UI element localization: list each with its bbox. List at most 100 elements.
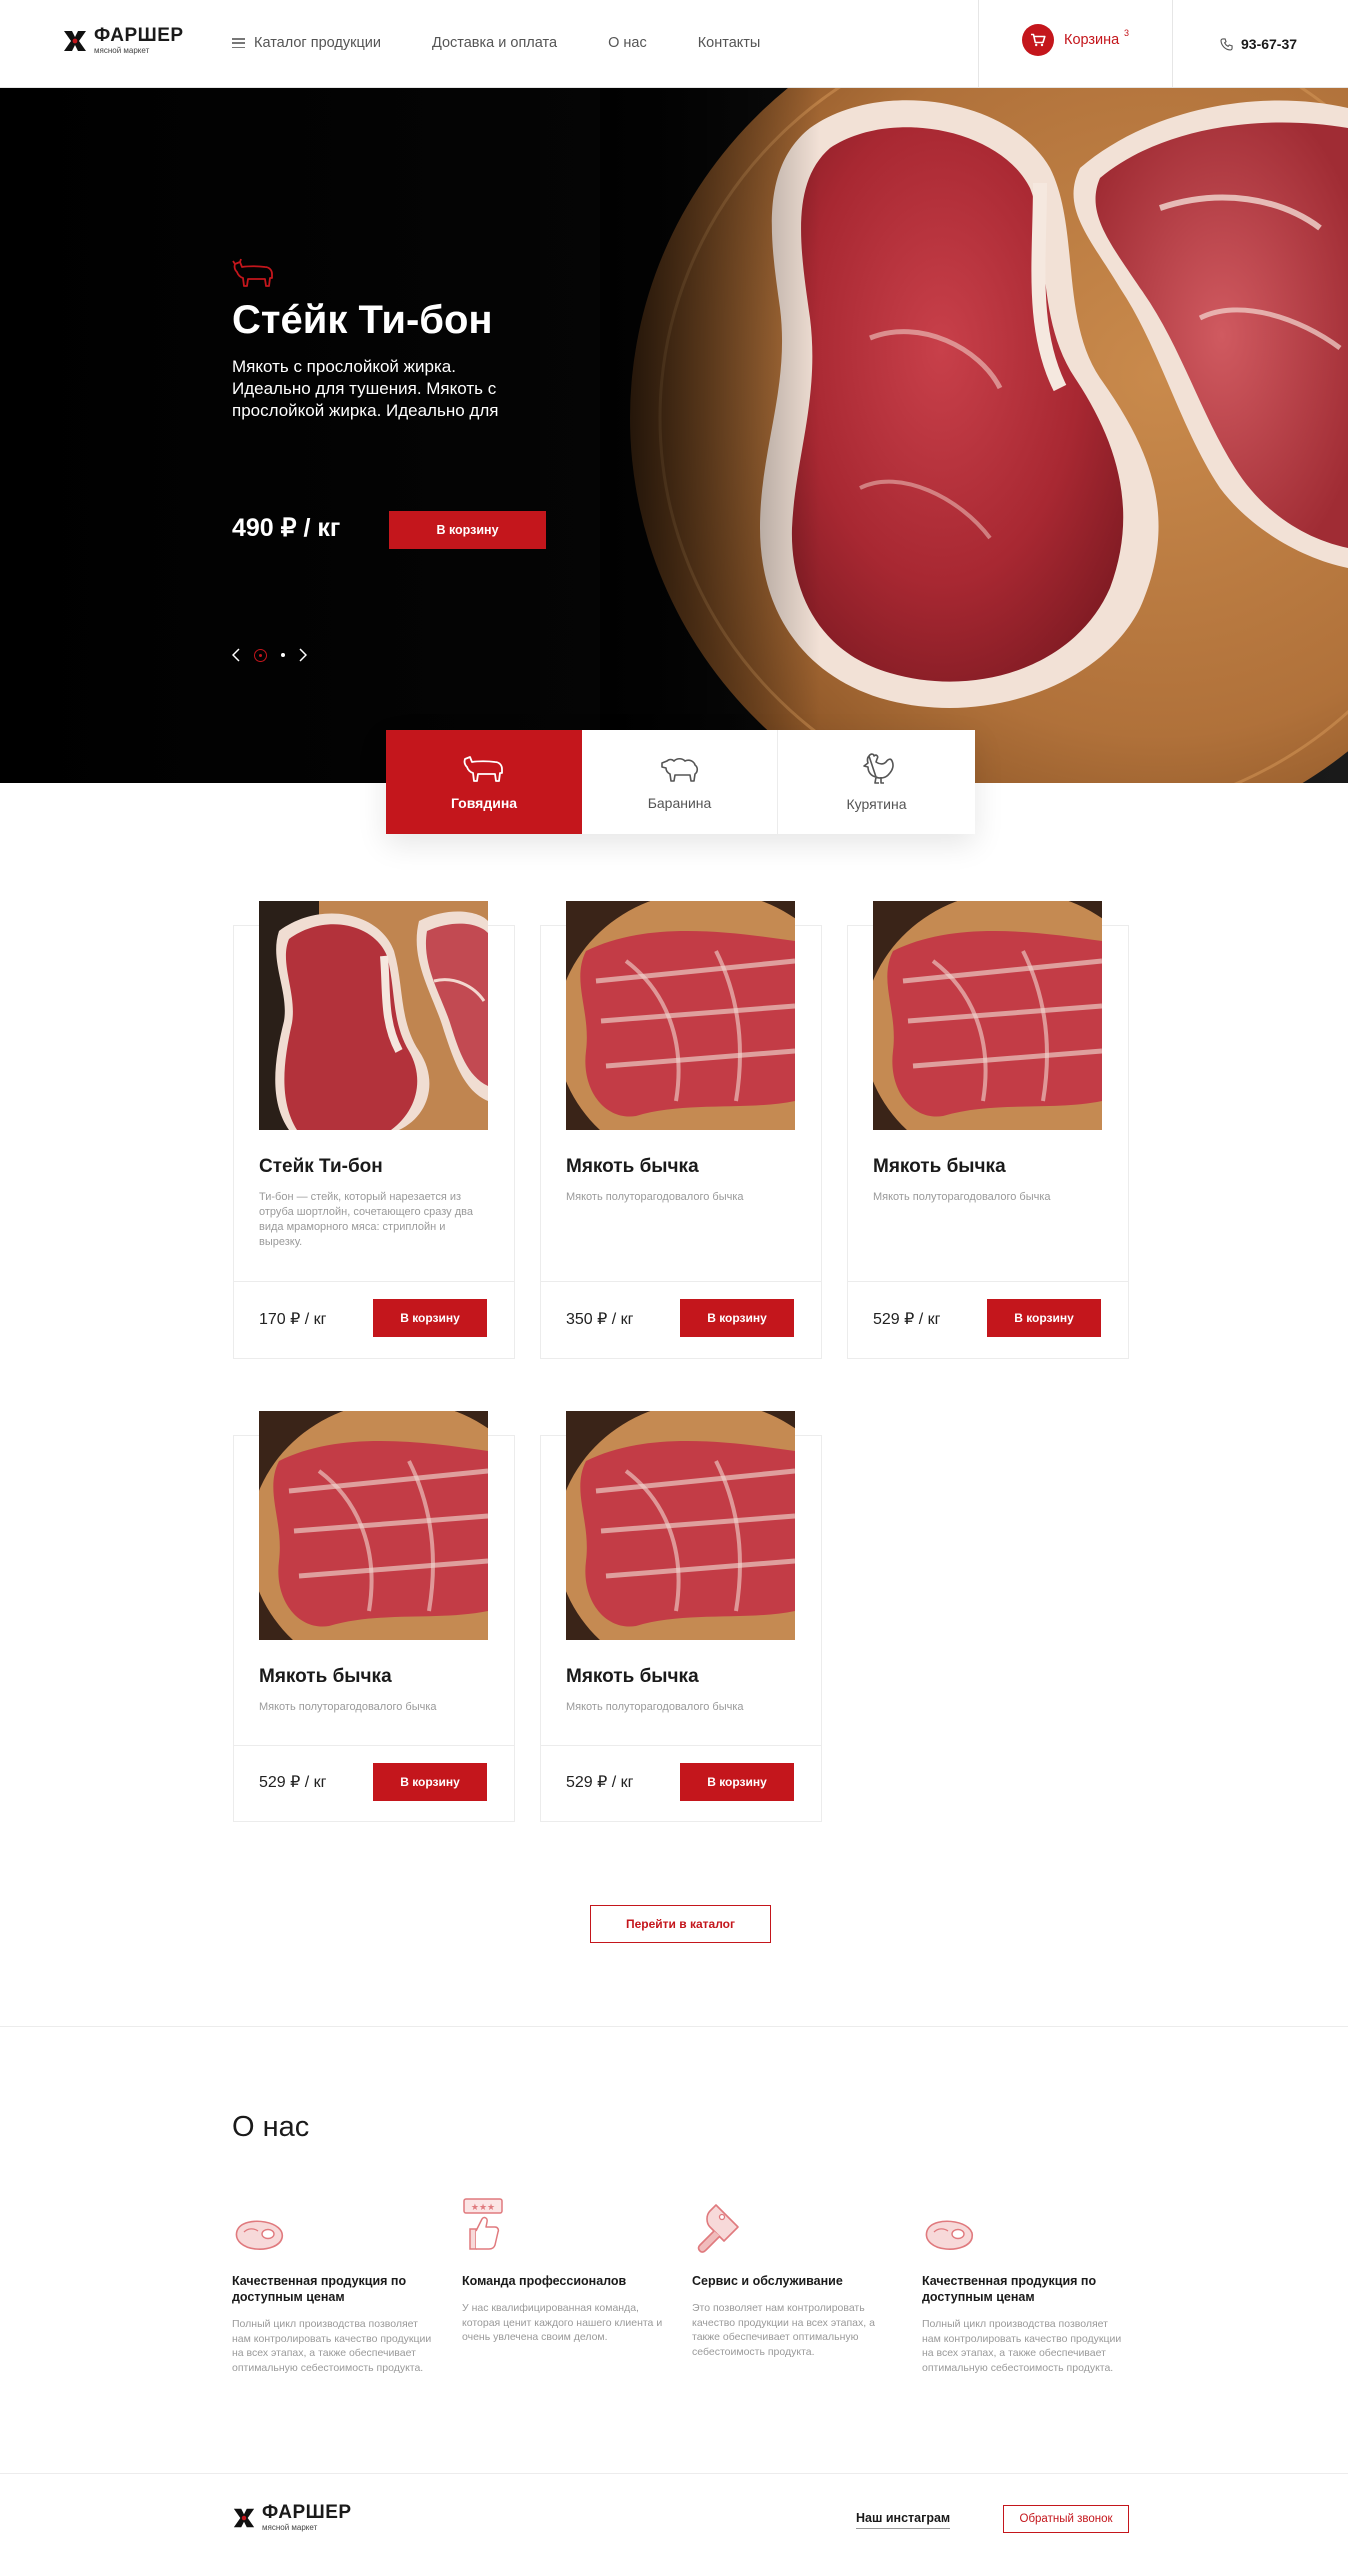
product-title[interactable]: Мякоть бычка xyxy=(873,1156,1006,1178)
feature-title: Сервис и обслуживание xyxy=(692,2274,843,2288)
section-divider xyxy=(0,2026,1348,2027)
logo-name: ФАРШЕР xyxy=(94,25,184,46)
product-image[interactable] xyxy=(566,901,795,1130)
nav-catalog-label: Каталог продукции xyxy=(254,35,381,51)
site-header: ФАРШЕР мясной маркет Каталог продукции Д… xyxy=(0,0,1348,88)
feature-text: У нас квалифицированная команда, которая… xyxy=(462,2302,663,2343)
feature-text: Полный цикл производства позволяет нам к… xyxy=(232,2318,432,2374)
cow-icon xyxy=(232,258,273,287)
svg-text:★★★: ★★★ xyxy=(471,2203,495,2213)
footer-logo-name: ФАРШЕР xyxy=(262,2502,352,2523)
hero-description: Мякоть с прослойкой жирка. Идеально для … xyxy=(232,357,499,420)
go-to-catalog-button[interactable]: Перейти в каталог xyxy=(590,1905,771,1943)
feature-team: ★★★ Команда профессионалов У нас квалифи… xyxy=(462,2195,667,2345)
logo-mark-icon xyxy=(64,30,86,51)
card-divider xyxy=(541,1281,821,1282)
add-to-cart-button[interactable]: В корзину xyxy=(373,1763,487,1801)
tab-chicken-label: Курятина xyxy=(846,796,907,812)
card-divider xyxy=(848,1281,1128,1282)
nav-contacts[interactable]: Контакты xyxy=(698,35,761,51)
meat-icon xyxy=(925,2220,974,2250)
main-nav: Каталог продукции Доставка и оплата О на… xyxy=(232,35,760,51)
phone-number: 93-67-37 xyxy=(1241,36,1298,52)
nav-about-label: О нас xyxy=(608,35,647,51)
cow-icon xyxy=(463,756,503,782)
sheep-icon xyxy=(660,757,698,782)
nav-delivery-label: Доставка и оплата xyxy=(431,35,558,51)
nav-delivery[interactable]: Доставка и оплата xyxy=(432,35,557,51)
tab-beef[interactable]: Говядина xyxy=(386,730,582,834)
product-image[interactable] xyxy=(259,901,488,1130)
cart-button[interactable]: Корзина 3 xyxy=(1022,24,1129,56)
product-card[interactable]: Мякоть бычка Мякоть полуторагодовалого б… xyxy=(847,901,1129,1359)
rooster-icon xyxy=(862,753,894,784)
phone-link[interactable]: 93-67-37 xyxy=(1220,36,1297,52)
product-description: Ти-бон — стейк, который нарезается из от… xyxy=(259,1191,473,1248)
feature-quality-2: Качественная продукция по доступным цена… xyxy=(922,2195,1127,2375)
product-card[interactable]: Мякоть бычка Мякоть полуторагодовалого б… xyxy=(540,1411,822,1822)
tab-beef-label: Говядина xyxy=(450,795,518,811)
header-divider xyxy=(1172,0,1173,88)
instagram-link[interactable]: Наш инстаграм xyxy=(856,2511,951,2529)
nav-about[interactable]: О нас xyxy=(608,35,647,51)
callback-button[interactable]: Обратный звонок xyxy=(1003,2505,1129,2533)
feature-service: Сервис и обслуживание Это позволяет нам … xyxy=(692,2195,897,2359)
nav-catalog[interactable]: Каталог продукции xyxy=(232,35,381,51)
product-card[interactable]: Мякоть бычка Мякоть полуторагодовалого б… xyxy=(233,1411,515,1822)
footer-logo[interactable]: ФАРШЕР мясной маркет xyxy=(232,2503,352,2532)
chevron-left-icon[interactable] xyxy=(232,648,240,662)
feature-title: Качественная продукция по доступным цена… xyxy=(232,2274,407,2304)
product-description: Мякоть полуторагодовалого бычка xyxy=(566,1701,744,1713)
add-to-cart-button[interactable]: В корзину xyxy=(680,1763,794,1801)
hero-add-to-cart-button[interactable]: В корзину xyxy=(389,511,546,549)
cleaver-icon xyxy=(697,2204,739,2253)
product-image[interactable] xyxy=(566,1411,795,1640)
cart-count-badge: 3 xyxy=(1124,28,1130,38)
nav-contacts-label: Контакты xyxy=(697,35,761,51)
product-image[interactable] xyxy=(873,901,1102,1130)
product-title[interactable]: Мякоть бычка xyxy=(566,1666,699,1688)
product-card[interactable]: Стейк Ти-бон Ти-бон — стейк, который нар… xyxy=(233,901,515,1359)
product-image[interactable] xyxy=(259,1411,488,1640)
menu-icon xyxy=(232,38,245,48)
slider-dot[interactable] xyxy=(281,653,285,657)
product-description: Мякоть полуторагодовалого бычка xyxy=(873,1191,1051,1203)
product-price: 529 ₽ / кг xyxy=(566,1774,634,1791)
logo[interactable]: ФАРШЕР мясной маркет xyxy=(62,26,184,55)
section-divider xyxy=(0,2473,1348,2474)
add-to-cart-button[interactable]: В корзину xyxy=(680,1299,794,1337)
product-title[interactable]: Мякоть бычка xyxy=(259,1666,392,1688)
add-to-cart-button[interactable]: В корзину xyxy=(987,1299,1101,1337)
product-title[interactable]: Стейк Ти-бон xyxy=(259,1156,383,1178)
product-price: 529 ₽ / кг xyxy=(259,1774,327,1791)
about-title: О нас xyxy=(232,2111,310,2143)
product-title[interactable]: Мякоть бычка xyxy=(566,1156,699,1178)
feature-text: Полный цикл производства позволяет нам к… xyxy=(922,2318,1122,2374)
meat-icon xyxy=(235,2220,284,2250)
category-tabs: Говядина Баранина Курятина xyxy=(386,730,975,834)
cart-label: Корзина xyxy=(1064,32,1120,48)
tab-chicken[interactable]: Курятина xyxy=(778,730,975,834)
product-description: Мякоть полуторагодовалого бычка xyxy=(566,1191,744,1203)
product-description: Мякоть полуторагодовалого бычка xyxy=(259,1701,437,1713)
footer-logo-tagline: мясной маркет xyxy=(262,2523,318,2532)
feature-title: Команда профессионалов xyxy=(462,2274,627,2288)
add-to-cart-button[interactable]: В корзину xyxy=(373,1299,487,1337)
product-price: 170 ₽ / кг xyxy=(259,1311,327,1328)
feature-quality: Качественная продукция по доступным цена… xyxy=(232,2195,437,2375)
hero-steak-image xyxy=(0,88,1348,783)
chevron-right-icon[interactable] xyxy=(299,648,307,662)
logo-mark-icon xyxy=(233,2508,255,2527)
tab-lamb[interactable]: Баранина xyxy=(582,730,778,834)
logo-tagline: мясной маркет xyxy=(94,46,150,55)
product-card[interactable]: Мякоть бычка Мякоть полуторагодовалого б… xyxy=(540,901,822,1359)
thumbs-up-rating-icon: ★★★ xyxy=(463,2198,503,2250)
phone-icon xyxy=(1220,37,1233,51)
slider-dot-active[interactable] xyxy=(254,648,267,662)
hero-banner: Стéйк Ти-бон Мякоть с прослойкой жирка. … xyxy=(0,88,1348,783)
card-divider xyxy=(541,1745,821,1746)
header-divider xyxy=(978,0,979,88)
hero-title: Стéйк Ти-бон xyxy=(232,298,493,342)
feature-title: Качественная продукция по доступным цена… xyxy=(922,2274,1097,2304)
hero-price: 490 ₽ / кг xyxy=(232,514,341,542)
